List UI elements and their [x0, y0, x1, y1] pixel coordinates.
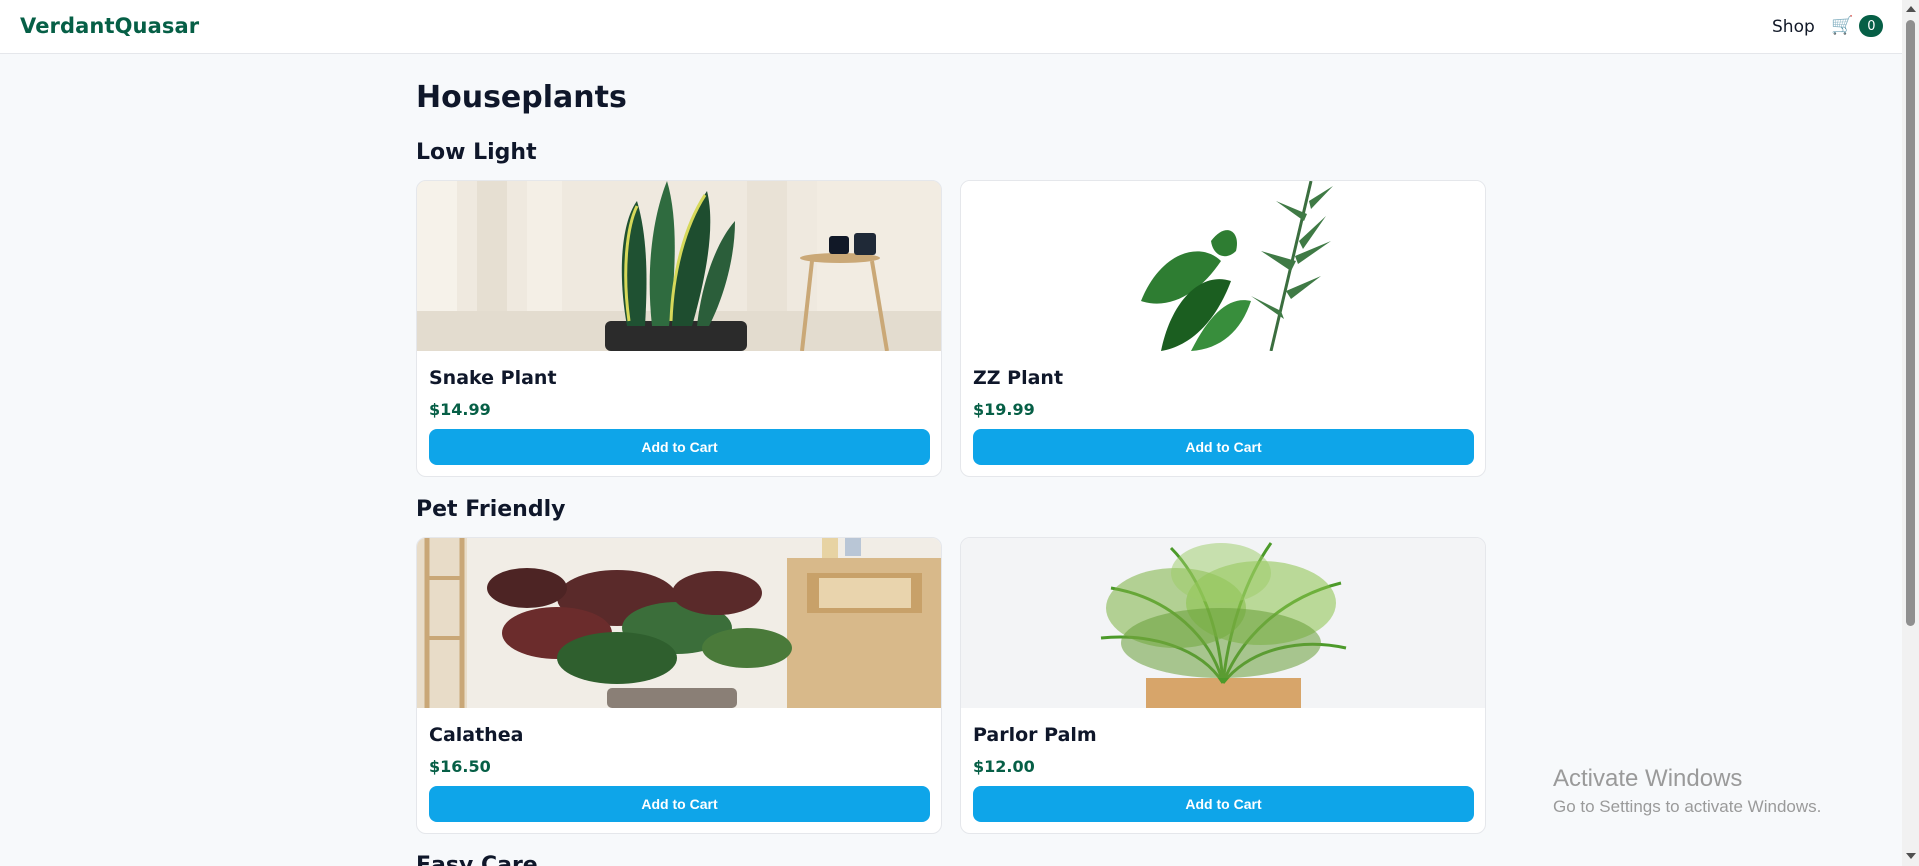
section-title-easy-care: Easy Care: [416, 853, 538, 866]
site-logo[interactable]: VerdantQuasar: [20, 14, 199, 38]
product-image-zz-plant[interactable]: [961, 181, 1485, 351]
product-card-snake-plant: Snake Plant $14.99 Add to Cart: [416, 180, 942, 477]
scroll-down-arrow-icon[interactable]: [1906, 853, 1916, 859]
product-price: $14.99: [429, 400, 491, 419]
nav-shop-link[interactable]: Shop: [1772, 17, 1815, 37]
product-card-calathea: Calathea $16.50 Add to Cart: [416, 537, 942, 834]
scrollbar-thumb[interactable]: [1906, 20, 1915, 626]
product-card-zz-plant: ZZ Plant $19.99 Add to Cart: [960, 180, 1486, 477]
product-card-parlor-palm: Parlor Palm $12.00 Add to Cart: [960, 537, 1486, 834]
section-title-low-light: Low Light: [416, 140, 537, 165]
product-name: Calathea: [429, 724, 524, 746]
add-to-cart-button[interactable]: Add to Cart: [429, 786, 930, 822]
add-to-cart-button[interactable]: Add to Cart: [429, 429, 930, 465]
page-title: Houseplants: [416, 80, 627, 115]
product-price: $12.00: [973, 757, 1035, 776]
add-to-cart-button[interactable]: Add to Cart: [973, 786, 1474, 822]
cart-icon: 🛒: [1831, 15, 1854, 36]
product-image-parlor-palm[interactable]: [961, 538, 1485, 708]
site-header: VerdantQuasar Shop 🛒 0: [0, 0, 1902, 54]
product-price: $19.99: [973, 400, 1035, 419]
windows-activation-watermark: Activate Windows Go to Settings to activ…: [1553, 765, 1821, 817]
section-title-pet-friendly: Pet Friendly: [416, 497, 566, 522]
product-image-calathea[interactable]: [417, 538, 941, 708]
watermark-title: Activate Windows: [1553, 765, 1743, 792]
cart-link[interactable]: 🛒 0: [1831, 15, 1884, 37]
watermark-subtitle: Go to Settings to activate Windows.: [1553, 797, 1822, 816]
product-name: Snake Plant: [429, 367, 557, 389]
add-to-cart-button[interactable]: Add to Cart: [973, 429, 1474, 465]
product-price: $16.50: [429, 757, 491, 776]
product-name: Parlor Palm: [973, 724, 1097, 746]
product-name: ZZ Plant: [973, 367, 1064, 389]
cart-count-badge: 0: [1859, 15, 1884, 37]
scroll-up-arrow-icon[interactable]: [1906, 6, 1916, 12]
vertical-scrollbar[interactable]: [1902, 0, 1919, 866]
product-image-snake-plant[interactable]: [417, 181, 941, 351]
